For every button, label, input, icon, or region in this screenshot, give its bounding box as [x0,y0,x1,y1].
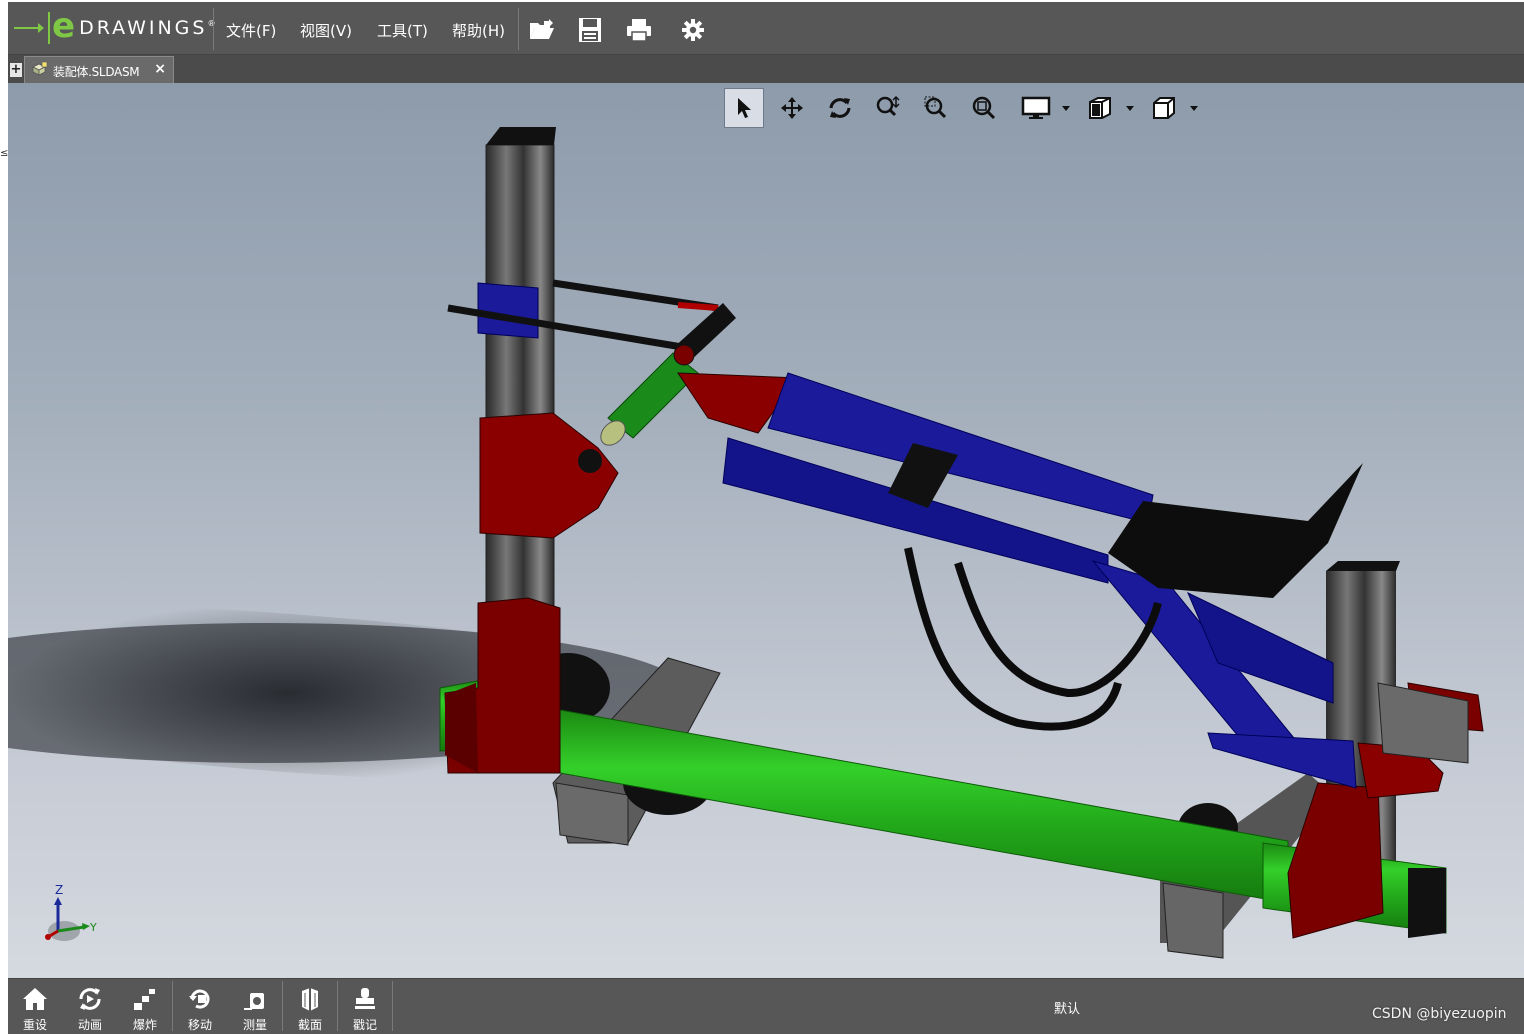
menu-tools[interactable]: 工具(T) [377,20,428,41]
move-button[interactable]: 移动 [173,979,227,1034]
display-style-dropdown-icon[interactable] [1062,106,1070,111]
menu-bar: e DRAWINGS ® 文件(F) 视图(V) 工具(T) 帮助(H) [8,2,1524,55]
animate-icon [79,988,101,1010]
axis-y-label: Y [90,921,97,934]
menu-help[interactable]: 帮助(H) [452,20,505,41]
display-mode-icon[interactable] [1080,88,1120,128]
add-tab-button[interactable]: + [10,63,22,77]
reset-button[interactable]: 重设 [8,979,62,1034]
edrawings-window: e DRAWINGS ® 文件(F) 视图(V) 工具(T) 帮助(H) + 装… [8,2,1524,1034]
gear-icon[interactable] [679,16,707,44]
animate-label: 动画 [77,1018,102,1032]
document-tab-strip: + 装配体.SLDASM × [8,55,1524,83]
configuration-name[interactable]: 默认 [1054,998,1080,1017]
zoom-window-icon[interactable] [916,88,956,128]
display-style-icon[interactable] [1016,88,1056,128]
watermark-text: CSDN @biyezuopin [1372,1006,1507,1022]
move-icon [189,989,210,1009]
assembly-model[interactable] [8,83,1524,978]
select-arrow-icon[interactable] [724,88,764,128]
reset-label: 重设 [22,1018,47,1032]
animate-button[interactable]: 动画 [63,979,117,1034]
menu-view[interactable]: 视图(V) [300,20,352,41]
view-orientation-icon[interactable] [1144,88,1184,128]
save-icon[interactable] [576,16,604,44]
axis-z-label: Z [55,883,64,897]
measure-icon [244,993,264,1010]
stamp-button[interactable]: 戳记 [338,979,392,1034]
explode-label: 爆炸 [132,1018,157,1032]
document-tab[interactable]: 装配体.SLDASM × [24,56,174,83]
model-viewport[interactable]: Z Y [8,83,1524,978]
menu-file[interactable]: 文件(F) [226,20,276,41]
open-folder-icon[interactable] [528,16,556,44]
move-label: 移动 [187,1018,212,1032]
view-orientation-dropdown-icon[interactable] [1190,106,1198,111]
print-icon[interactable] [625,16,653,44]
measure-label: 测量 [242,1018,267,1032]
zoom-icon[interactable] [868,88,908,128]
stamp-icon [355,988,375,1009]
stamp-label: 戳记 [352,1018,377,1032]
home-icon [23,988,47,1010]
section-icon [302,988,318,1011]
zoom-fit-icon[interactable] [964,88,1004,128]
measure-button[interactable]: 测量 [228,979,282,1034]
edrawings-logo: e DRAWINGS ® [14,9,215,46]
rotate-icon[interactable] [820,88,860,128]
pan-icon[interactable] [772,88,812,128]
bottom-toolbar: 重设 动画 爆炸 移动 测量 截面 戳记 默认 [8,978,1524,1034]
assembly-icon [32,61,48,76]
axis-triad: Z Y [34,883,104,953]
display-mode-dropdown-icon[interactable] [1126,106,1134,111]
document-tab-label: 装配体.SLDASM [53,65,140,79]
section-button[interactable]: 截面 [283,979,337,1034]
close-tab-button[interactable]: × [154,61,166,77]
explode-icon [134,989,155,1010]
section-label: 截面 [297,1018,322,1032]
explode-button[interactable]: 爆炸 [118,979,172,1034]
